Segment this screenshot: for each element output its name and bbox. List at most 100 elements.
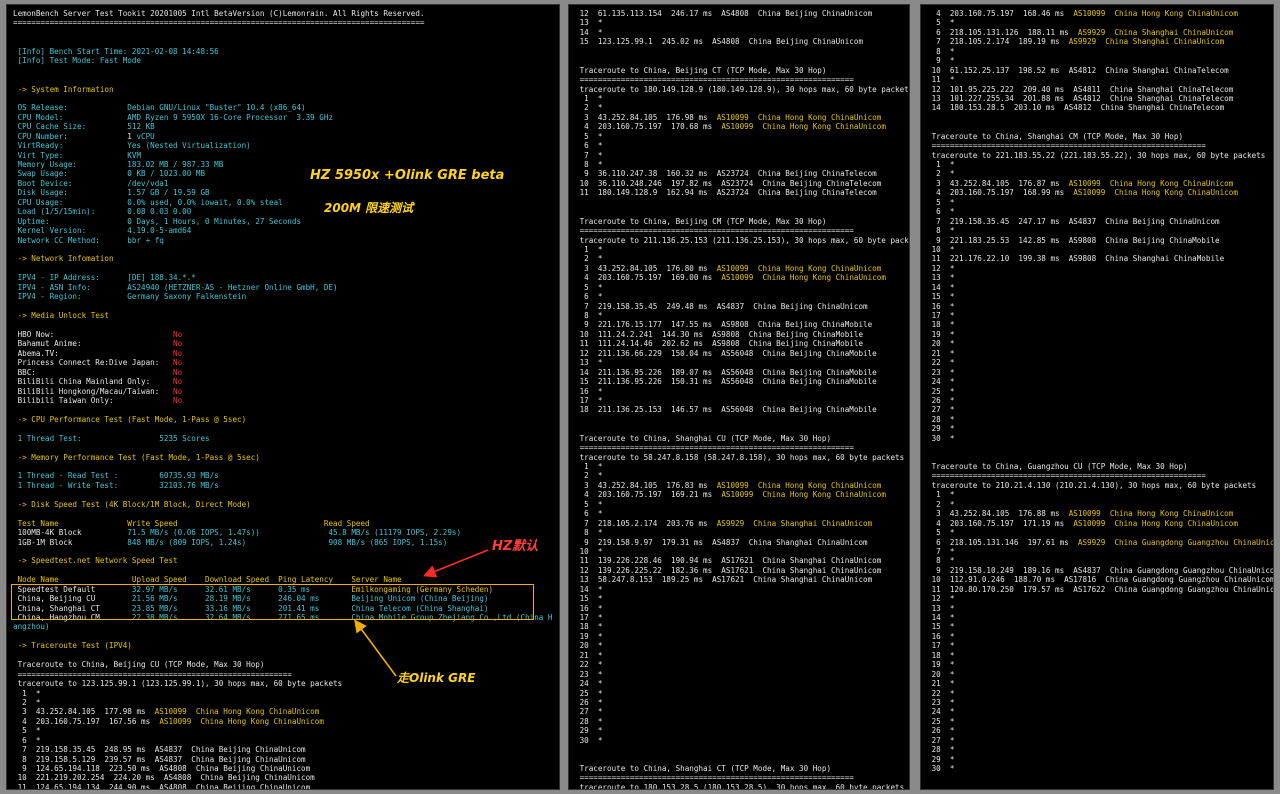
terminal-line: 10 61.152.25.137 198.52 ms AS4812 China … [927,66,1273,75]
terminal-line: 20 * [575,641,909,650]
terminal-text: 5 * [927,18,955,28]
terminal-text: AS10099 China Hong Kong ChinaUnicom [721,273,886,283]
terminal-text: 22 * [927,358,955,368]
terminal-line: 18 * [575,622,909,631]
terminal-text: BiliBili China Mainland Only: [13,377,174,387]
terminal-text: Network CC Method: bbr + fq [13,235,164,245]
terminal-text: 1GB-1M Block [13,537,128,547]
terminal-text: 24 * [927,707,955,717]
terminal-line: 22 * [927,689,1273,698]
terminal-text: 14 * [575,584,603,594]
terminal-pane-right[interactable]: 4 203.160.75.197 168.46 ms AS10099 China… [920,4,1274,790]
terminal-line: 2 * [575,254,909,263]
terminal-line: 16 * [927,632,1273,641]
terminal-line: ========================================… [13,670,559,679]
terminal-text: -> Disk Speed Test (4K Block/1M Block, D… [13,499,251,509]
terminal-line: 11 * [927,75,1273,84]
terminal-text: [Info] Bench Start Time: 2021-02-08 14:4… [13,46,219,56]
terminal-line: 13 101.227.255.34 201.88 ms AS4812 China… [927,94,1273,103]
terminal-line: 2 * [927,500,1273,509]
terminal-pane-middle[interactable]: 12 61.135.113.154 246.17 ms AS4808 China… [568,4,910,790]
terminal-text: 13 * [575,18,603,28]
terminal-text: ========================================… [575,773,854,783]
terminal-line: -> System Information [13,85,559,94]
terminal-text: 5 * [927,197,955,207]
terminal-line: 1 Thread Test: 5235 Scores [13,434,559,443]
terminal-line: 1 * [927,160,1273,169]
terminal-line: 1 Thread - Read Test : 60735.93 MB/s [13,471,559,480]
terminal-text: 10 * [575,546,603,556]
terminal-text: AS10099 China Hong Kong ChinaUnicom [721,490,886,500]
terminal-text: 11 124.65.194.134 244.90 ms AS4808 China… [13,782,311,790]
terminal-line: 3 43.252.84.105 176.88 ms AS10099 China … [927,509,1273,518]
terminal-text: 2 * [575,471,603,481]
terminal-line: 1 * [575,462,909,471]
terminal-text: No [173,386,183,396]
terminal-text: Load (1/5/15min): 0.08 0.03 0.00 [13,207,192,217]
terminal-line: Traceroute to China, Guangzhou CU (TCP M… [927,462,1273,471]
terminal-text: 1 * [927,490,955,500]
terminal-text: 10 61.152.25.137 198.52 ms AS4812 China … [927,65,1229,75]
terminal-line: 3 43.252.84.105 176.98 ms AS10099 China … [575,113,909,122]
terminal-text: 30 * [927,433,955,443]
terminal-text: 7 218.105.2.174 203.76 ms [575,518,717,528]
terminal-line: 1 Thread - Write Test: 32103.76 MB/s [13,481,559,490]
terminal-line: -> Network Infomation [13,254,559,263]
terminal-text: 5 * [575,499,603,509]
terminal-text: 26 * [927,395,955,405]
terminal-line: 25 * [927,717,1273,726]
terminal-line: 29 * [927,755,1273,764]
terminal-text: Traceroute to China, Beijing CU (TCP Mod… [13,660,265,670]
terminal-line: 21 * [927,679,1273,688]
terminal-text: 4 203.160.75.197 168.99 ms [927,188,1074,198]
terminal-line: IPV4 - Region: Germany Saxony Falkenstei… [13,292,559,301]
terminal-line: 19 * [927,330,1273,339]
terminal-line: ========================================… [575,226,909,235]
terminal-line: 3 43.252.84.105 176.80 ms AS10099 China … [575,264,909,273]
terminal-line: 12 * [927,594,1273,603]
terminal-line: 3 43.252.84.105 176.87 ms AS10099 China … [927,179,1273,188]
terminal-text: 23 * [575,669,603,679]
terminal-text: 28 * [927,414,955,424]
terminal-line: 13 58.247.8.153 189.25 ms AS17621 China … [575,575,909,584]
terminal-line: 6 * [575,509,909,518]
terminal-text: IPV4 - Region: Germany Saxony Falkenstei… [13,292,247,302]
terminal-line: traceroute to 180.153.28.5 (180.153.28.5… [575,783,909,789]
terminal-line: [Info] Bench Start Time: 2021-02-08 14:4… [13,47,559,56]
terminal-pane-left[interactable]: LemonBench Server Test Tookit 20201005 I… [6,4,560,790]
terminal-text: 23 * [927,367,955,377]
terminal-line: [Info] Test Mode: Fast Mode [13,56,559,65]
terminal-text: -> Media Unlock Test [13,311,110,320]
terminal-text: 29 * [927,424,955,434]
terminal-text: 15 * [575,594,603,604]
terminal-text: 6 * [575,141,603,151]
terminal-text: 12 61.135.113.154 246.17 ms AS4808 China… [575,9,873,18]
terminal-text: No [173,367,183,377]
terminal-text: 17 * [575,395,603,405]
terminal-line: 2 * [575,103,909,112]
terminal-text: Kernel Version: 4.19.0-5-amd64 [13,226,192,236]
terminal-line: 7 218.105.2.174 203.76 ms AS9929 China S… [575,519,909,528]
terminal-text: traceroute to 180.149.128.9 (180.149.128… [575,84,910,94]
terminal-text: traceroute to 58.247.8.158 (58.247.8.158… [575,452,905,462]
terminal-text: Princess Connect Re:Dive Japan: [13,358,174,368]
terminal-line: traceroute to 210.21.4.130 (210.21.4.130… [927,481,1273,490]
terminal-text: 10 36.110.248.246 197.82 ms AS23724 Chin… [575,178,882,188]
terminal-line: 5 * [927,18,1273,27]
terminal-text: CPU Usage: 0.0% used, 0.0% iowait, 0.0% … [13,197,283,207]
terminal-text: angzhou) [13,622,50,632]
terminal-text: 9 221.183.25.53 142.85 ms AS9808 China B… [927,235,1220,245]
terminal-text: 18 * [575,622,603,632]
terminal-text: 17 * [927,311,955,320]
terminal-text: 5 * [927,528,955,538]
terminal-text: 16 * [927,631,955,641]
speedtest-highlight-box [11,584,534,620]
terminal-line: 7 219.158.35.45 248.95 ms AS4837 China B… [13,745,559,754]
terminal-text: 15 211.136.95.226 150.31 ms AS56048 Chin… [575,377,877,387]
